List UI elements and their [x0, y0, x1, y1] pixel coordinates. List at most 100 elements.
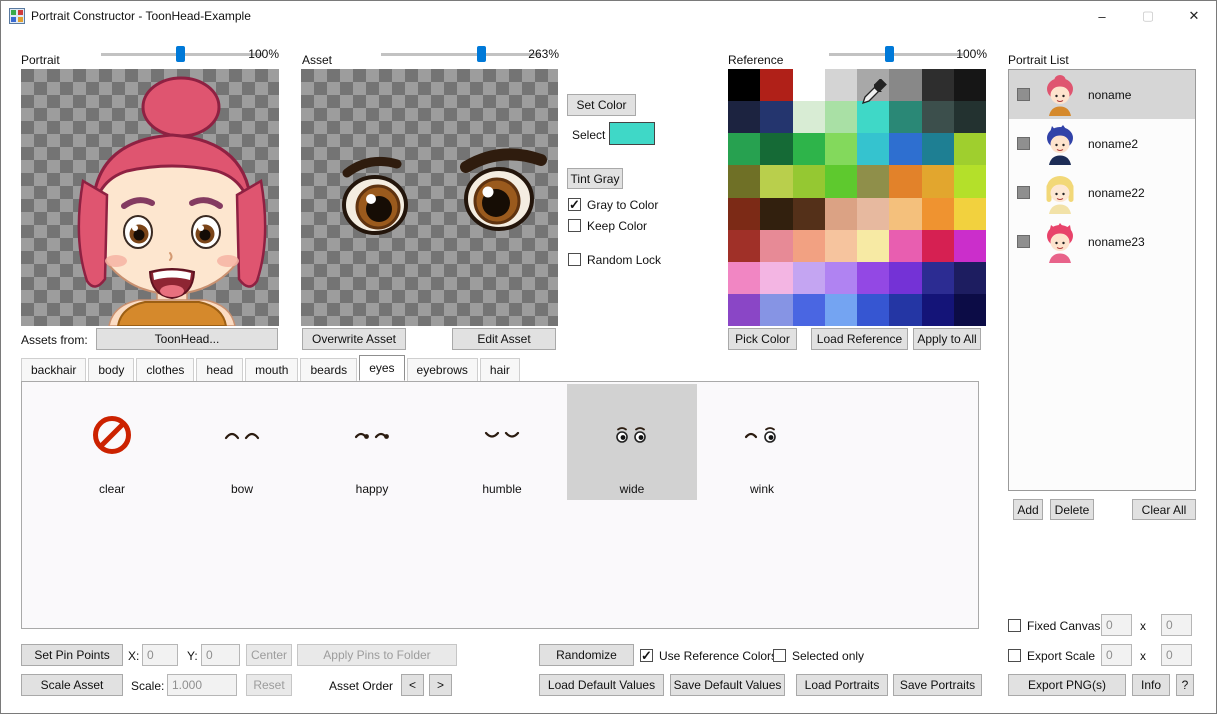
tab-mouth[interactable]: mouth	[245, 358, 299, 381]
asset-order-prev-button[interactable]: <	[401, 674, 424, 696]
asset-item-wink[interactable]: wink	[697, 384, 827, 500]
tint-gray-button[interactable]: Tint Gray	[567, 168, 623, 189]
palette-cell[interactable]	[824, 101, 857, 134]
title-bar[interactable]: Portrait Constructor - ToonHead-Example …	[1, 1, 1216, 31]
palette-cell[interactable]	[728, 69, 761, 102]
palette-cell[interactable]	[792, 133, 825, 166]
load-default-values-button[interactable]: Load Default Values	[539, 674, 664, 696]
overwrite-asset-button[interactable]: Overwrite Asset	[302, 328, 406, 350]
palette-cell[interactable]	[921, 293, 954, 326]
palette-cell[interactable]	[953, 197, 986, 230]
asset-zoom-slider-thumb[interactable]	[477, 46, 486, 62]
palette-cell[interactable]	[760, 261, 793, 294]
palette-cell[interactable]	[953, 261, 986, 294]
tab-eyes[interactable]: eyes	[359, 355, 405, 381]
delete-portrait-button[interactable]: Delete	[1050, 499, 1094, 520]
palette-cell[interactable]	[792, 293, 825, 326]
palette-cell[interactable]	[760, 229, 793, 262]
palette-cell[interactable]	[889, 165, 922, 198]
assets-from-button[interactable]: ToonHead...	[96, 328, 278, 350]
portrait-list-item[interactable]: noname22	[1009, 168, 1195, 217]
palette-cell[interactable]	[728, 133, 761, 166]
palette-cell[interactable]	[728, 197, 761, 230]
palette-cell[interactable]	[792, 261, 825, 294]
export-scale-width-input[interactable]	[1101, 644, 1132, 666]
tab-body[interactable]: body	[88, 358, 135, 381]
palette-cell[interactable]	[857, 101, 890, 134]
keep-color-checkbox[interactable]	[568, 219, 581, 232]
palette-cell[interactable]	[857, 229, 890, 262]
palette-cell[interactable]	[921, 69, 954, 102]
palette-cell[interactable]	[760, 133, 793, 166]
palette-cell[interactable]	[728, 229, 761, 262]
palette-cell[interactable]	[889, 261, 922, 294]
palette-cell[interactable]	[953, 101, 986, 134]
tab-hair[interactable]: hair	[479, 358, 520, 381]
random-lock-checkbox[interactable]	[568, 253, 581, 266]
portrait-lock-checkbox[interactable]	[1017, 186, 1030, 199]
asset-grid[interactable]: clear bow happy humble wide wink	[21, 381, 979, 629]
palette-cell[interactable]	[857, 69, 890, 102]
asset-item-humble[interactable]: humble	[437, 384, 567, 500]
asset-item-bow[interactable]: bow	[177, 384, 307, 500]
maximize-button[interactable]: ▢	[1125, 1, 1171, 31]
close-button[interactable]: ✕	[1171, 1, 1216, 31]
set-pin-points-button[interactable]: Set Pin Points	[21, 644, 123, 666]
palette-cell[interactable]	[824, 133, 857, 166]
edit-asset-button[interactable]: Edit Asset	[452, 328, 556, 350]
portrait-lock-checkbox[interactable]	[1017, 88, 1030, 101]
palette-cell[interactable]	[824, 293, 857, 326]
palette-cell[interactable]	[792, 229, 825, 262]
portrait-canvas[interactable]	[21, 69, 279, 327]
tab-clothes[interactable]: clothes	[136, 358, 195, 381]
palette-cell[interactable]	[824, 165, 857, 198]
palette-cell[interactable]	[760, 101, 793, 134]
fixed-canvas-height-input[interactable]	[1161, 614, 1192, 636]
palette-cell[interactable]	[857, 165, 890, 198]
palette-cell[interactable]	[921, 101, 954, 134]
palette-cell[interactable]	[953, 69, 986, 102]
palette-cell[interactable]	[889, 293, 922, 326]
portrait-list-item[interactable]: noname2	[1009, 119, 1195, 168]
tab-beards[interactable]: beards	[300, 358, 358, 381]
palette-cell[interactable]	[921, 197, 954, 230]
pin-y-input[interactable]	[201, 644, 240, 666]
palette-cell[interactable]	[760, 293, 793, 326]
save-default-values-button[interactable]: Save Default Values	[670, 674, 785, 696]
reset-button[interactable]: Reset	[246, 674, 292, 696]
palette-cell[interactable]	[824, 197, 857, 230]
pin-x-input[interactable]	[142, 644, 178, 666]
palette-cell[interactable]	[792, 69, 825, 102]
export-scale-height-input[interactable]	[1161, 644, 1192, 666]
tab-head[interactable]: head	[196, 358, 244, 381]
palette-cell[interactable]	[792, 197, 825, 230]
scale-input[interactable]	[167, 674, 237, 696]
portrait-list-item[interactable]: noname	[1009, 70, 1195, 119]
palette-cell[interactable]	[728, 293, 761, 326]
gray-to-color-checkbox[interactable]	[568, 197, 581, 213]
fixed-canvas-width-input[interactable]	[1101, 614, 1132, 636]
asset-item-wide[interactable]: wide	[567, 384, 697, 500]
palette-cell[interactable]	[824, 261, 857, 294]
palette-cell[interactable]	[953, 165, 986, 198]
randomize-button[interactable]: Randomize	[539, 644, 634, 666]
portrait-lock-checkbox[interactable]	[1017, 137, 1030, 150]
selected-color-swatch[interactable]	[609, 122, 655, 148]
reference-zoom-slider-thumb[interactable]	[885, 46, 895, 62]
selected-only-checkbox[interactable]	[773, 649, 786, 662]
palette-cell[interactable]	[857, 293, 890, 326]
palette-cell[interactable]	[792, 101, 825, 134]
palette-cell[interactable]	[889, 101, 922, 134]
add-portrait-button[interactable]: Add	[1013, 499, 1043, 520]
palette-cell[interactable]	[889, 69, 922, 102]
tab-eyebrows[interactable]: eyebrows	[406, 358, 478, 381]
palette-cell[interactable]	[824, 229, 857, 262]
palette-cell[interactable]	[953, 133, 986, 166]
center-button[interactable]: Center	[246, 644, 292, 666]
palette-cell[interactable]	[889, 229, 922, 262]
palette-cell[interactable]	[792, 165, 825, 198]
palette-cell[interactable]	[953, 293, 986, 326]
asset-item-clear[interactable]: clear	[47, 384, 177, 500]
palette-cell[interactable]	[921, 229, 954, 262]
asset-order-next-button[interactable]: >	[429, 674, 452, 696]
